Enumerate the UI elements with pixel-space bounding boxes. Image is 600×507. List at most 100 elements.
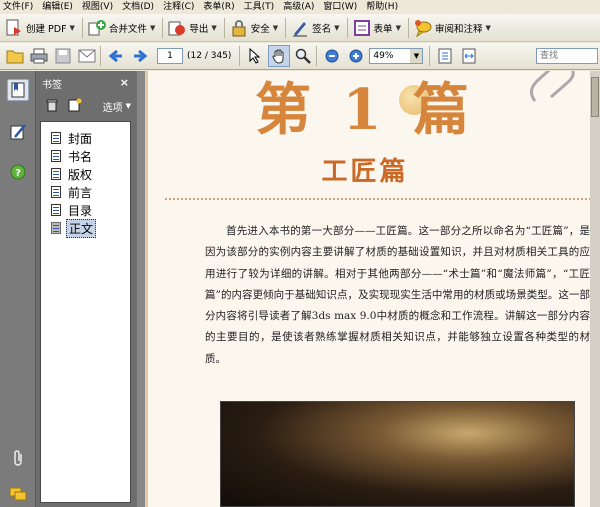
bookmark-label: 书名 (68, 149, 93, 164)
part-heading: 第 1 篇 (255, 77, 475, 143)
comment-bubble-icon (413, 18, 433, 38)
new-bookmark-button[interactable] (68, 97, 82, 115)
paperclip-icon (14, 450, 22, 466)
help-button[interactable]: ? (7, 161, 29, 183)
chevron-down-icon: ▼ (410, 49, 423, 63)
toolbar-divider (239, 46, 241, 66)
zoom-in-icon (349, 49, 363, 63)
bookmarks-panel-header: 书签 × (36, 71, 137, 95)
chevron-down-icon: ▼ (149, 23, 156, 32)
combine-files-label: 合并文件 (108, 23, 147, 35)
menu-view[interactable]: 视图(V) (82, 0, 113, 14)
create-pdf-icon (4, 18, 24, 38)
page-count: (12 / 345) (187, 51, 232, 61)
email-button[interactable] (76, 45, 98, 67)
bookmark-item[interactable]: 封面 (41, 129, 130, 147)
toolbar-divider (346, 17, 348, 38)
navigation-toolbar: 1 (12 / 345) 49% ▼ 查找 (0, 43, 600, 70)
chevron-down-icon: ▼ (334, 23, 340, 32)
review-comment-label: 审阅和注释 (434, 23, 483, 35)
security-button[interactable]: 安全 ▼ (229, 17, 278, 39)
arrow-left-icon (108, 49, 122, 63)
menu-bar: 文件(F) 编辑(E) 视图(V) 文档(D) 注释(C) 表单(R) 工具(T… (0, 0, 600, 14)
forms-label: 表单 (373, 23, 393, 35)
bookmark-item-selected[interactable]: 正文 (41, 218, 130, 238)
menu-edit[interactable]: 编辑(E) (42, 0, 73, 14)
hand-tool-button[interactable] (268, 45, 291, 67)
save-button[interactable] (52, 45, 74, 67)
dotted-divider (165, 198, 595, 200)
fit-page-button[interactable] (434, 45, 456, 67)
delete-bookmark-button[interactable] (46, 98, 58, 115)
bookmark-item[interactable]: 前言 (41, 183, 130, 201)
page-number-input[interactable]: 1 (157, 48, 183, 64)
document-view[interactable]: 第 1 篇 工匠篇 首先进入本书的第一大部分——工匠篇。这一部分之所以命名为“工… (137, 71, 600, 507)
menu-comments[interactable]: 注释(C) (163, 0, 194, 14)
bookmark-page-icon (51, 168, 61, 180)
disk-icon (55, 48, 71, 64)
hand-icon (272, 49, 284, 64)
menu-window[interactable]: 窗口(W) (323, 0, 357, 14)
export-icon (167, 18, 187, 38)
create-pdf-button[interactable]: 创建 PDF ▼ (4, 17, 75, 39)
chevron-down-icon: ▼ (485, 23, 491, 32)
zoom-in-button[interactable] (345, 45, 367, 67)
forms-button[interactable]: 表单 ▼ (352, 17, 401, 39)
cursor-icon (249, 48, 261, 64)
trash-icon (46, 99, 58, 111)
vertical-scrollbar[interactable] (590, 71, 600, 507)
open-button[interactable] (4, 45, 26, 67)
menu-advanced[interactable]: 高级(A) (283, 0, 314, 14)
find-input[interactable]: 查找 (536, 48, 598, 64)
bookmark-item[interactable]: 书名 (41, 147, 130, 165)
print-button[interactable] (28, 45, 50, 67)
bookmark-label: 版权 (68, 167, 93, 182)
previous-page-button[interactable] (105, 45, 127, 67)
signatures-panel-button[interactable] (7, 121, 29, 143)
options-menu-button[interactable]: 选项 ▼ (103, 99, 131, 114)
toolbar-divider (407, 17, 409, 38)
bookmarks-panel-toolbar: 选项 ▼ (36, 95, 137, 117)
menu-forms[interactable]: 表单(R) (203, 0, 234, 14)
bookmarks-panel-button[interactable] (7, 79, 29, 101)
arrow-right-icon (134, 49, 148, 63)
new-bookmark-icon (68, 97, 82, 111)
lock-icon (229, 18, 249, 38)
review-comment-button[interactable]: 审阅和注释 ▼ (413, 17, 491, 39)
sign-label: 签名 (312, 23, 332, 35)
bookmark-item[interactable]: 版权 (41, 165, 130, 183)
menu-help[interactable]: 帮助(H) (366, 0, 398, 14)
pen-icon (290, 18, 310, 38)
combine-files-button[interactable]: 合并文件 ▼ (87, 17, 155, 39)
toolbar-divider (223, 17, 225, 38)
scrollbar-thumb[interactable] (591, 77, 599, 117)
options-label: 选项 (102, 102, 123, 114)
intro-paragraph: 首先进入本书的第一大部分——工匠篇。这一部分之所以命名为“工匠篇”，是因为该部分… (205, 225, 590, 365)
sign-button[interactable]: 签名 ▼ (290, 17, 340, 39)
attachments-panel-button[interactable] (7, 447, 29, 469)
zoom-tool-button[interactable] (292, 45, 314, 67)
toolbar-divider (100, 46, 101, 66)
zoom-level-select[interactable]: 49% ▼ (369, 48, 424, 64)
export-button[interactable]: 导出 ▼ (167, 17, 217, 39)
select-tool-button[interactable] (244, 45, 266, 67)
bookmark-item[interactable]: 目录 (41, 201, 130, 219)
next-page-button[interactable] (129, 45, 151, 67)
bookmark-page-icon (51, 150, 61, 162)
chevron-down-icon: ▼ (272, 23, 279, 32)
menu-tools[interactable]: 工具(T) (244, 0, 275, 14)
fit-width-button[interactable] (458, 45, 480, 67)
menu-file[interactable]: 文件(F) (3, 0, 33, 14)
bookmark-icon (11, 82, 25, 98)
bookmarks-panel-title: 书签 (42, 79, 62, 91)
bookmark-label: 目录 (68, 203, 93, 218)
navigation-rail: ? (0, 71, 36, 507)
comments-panel-button[interactable] (7, 483, 29, 505)
toolbar-divider (285, 17, 287, 38)
zoom-out-button[interactable] (321, 45, 343, 67)
menu-document[interactable]: 文档(D) (122, 0, 154, 14)
close-icon[interactable]: × (120, 76, 129, 89)
bookmark-page-icon (51, 222, 61, 234)
combine-files-icon (87, 18, 107, 38)
export-label: 导出 (189, 23, 209, 35)
